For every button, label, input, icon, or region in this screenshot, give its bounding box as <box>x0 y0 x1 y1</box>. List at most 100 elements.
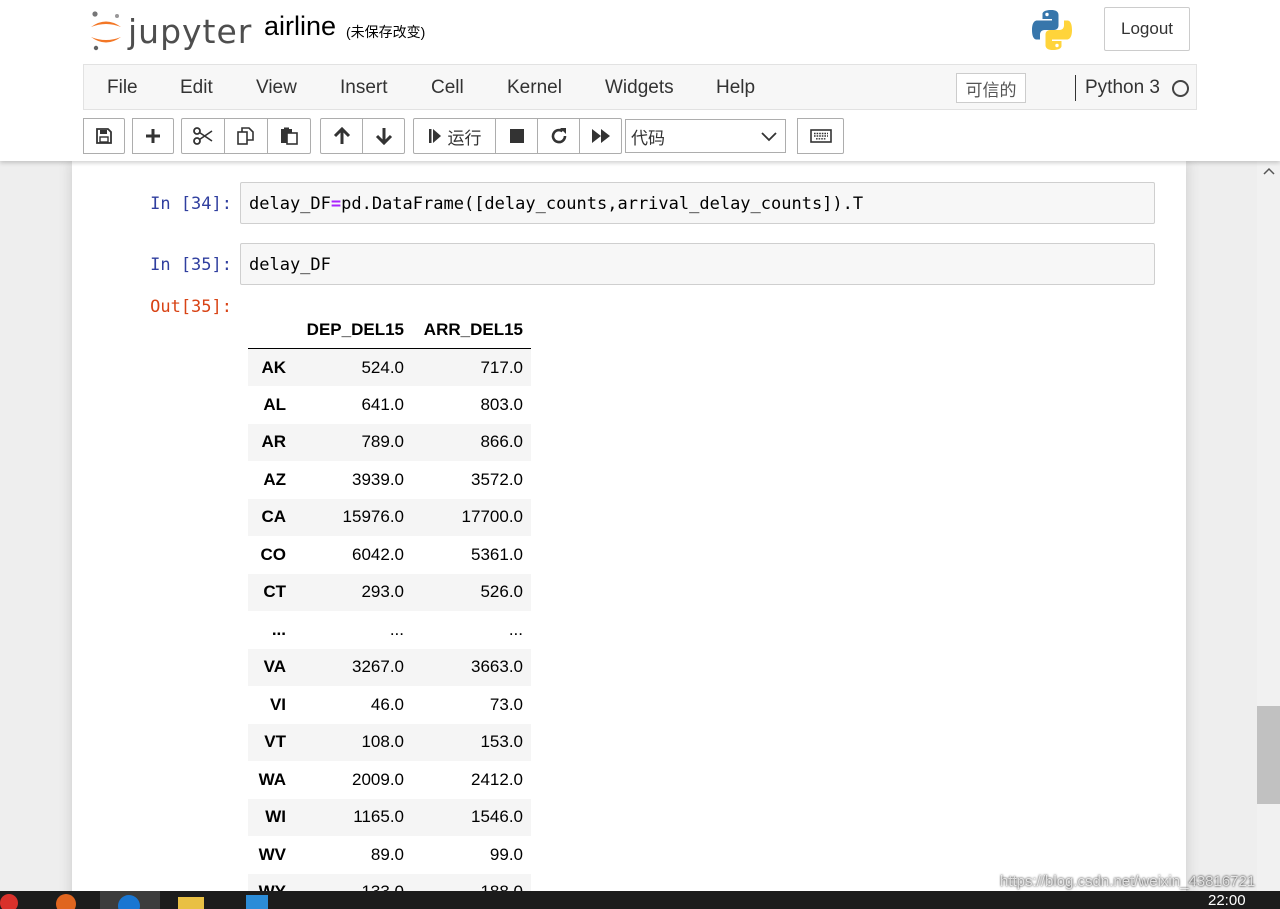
table-body: AK 524.0 717.0 AL 641.0 803.0 AR 789.0 866.0 AZ 39… <box>248 348 531 891</box>
arrow-down-icon <box>375 128 392 145</box>
save-button[interactable] <box>83 118 125 154</box>
table-cell: 2009.0 <box>352 769 404 789</box>
dataframe-table: DEP_DEL15 ARR_DEL15 AK 524.0 717.0 AL 641.0 8… <box>248 311 531 891</box>
code-operator: = <box>330 194 342 214</box>
fast-forward-icon <box>591 129 610 143</box>
toolbar-insert-group <box>132 118 174 154</box>
table-row-index: CA <box>261 507 286 527</box>
command-palette-button[interactable] <box>797 118 844 154</box>
menu-cell[interactable]: Cell <box>431 77 464 99</box>
trusted-indicator[interactable]: 可信的 <box>956 73 1026 103</box>
table-cell: 2412.0 <box>471 769 523 789</box>
table-cell: 153.0 <box>480 732 523 752</box>
table-row: CT 293.0 526.0 <box>248 573 531 611</box>
notebook-header: jupyter airline (未保存改变) Logout File Edit… <box>0 0 1280 161</box>
taskbar-app-icon[interactable] <box>246 895 268 909</box>
menu-view[interactable]: View <box>256 77 297 99</box>
interrupt-button[interactable] <box>495 118 538 154</box>
table-header-dep-del15: DEP_DEL15 <box>294 311 412 349</box>
menu-widgets[interactable]: Widgets <box>605 77 674 99</box>
table-row: CO 6042.0 5361.0 <box>248 536 531 574</box>
table-row-index: AR <box>261 432 286 452</box>
table-cell: 641.0 <box>361 394 404 414</box>
jupyter-logo-icon <box>91 11 121 51</box>
table-row: WI 1165.0 1546.0 <box>248 798 531 836</box>
table-cell: 717.0 <box>480 357 523 377</box>
menubar: File Edit View Insert Cell Kernel Widget… <box>83 64 1197 110</box>
kernel-divider <box>1075 75 1076 101</box>
table-row: VI 46.0 73.0 <box>248 686 531 724</box>
cut-button[interactable] <box>181 118 225 154</box>
save-status: (未保存改变) <box>346 24 426 40</box>
table-row-index: AL <box>263 394 286 414</box>
copy-button[interactable] <box>224 118 268 154</box>
table-cell: ... <box>389 619 404 639</box>
kernel-name[interactable]: Python 3 <box>1085 77 1160 99</box>
table-row-index: VA <box>263 657 286 677</box>
table-row-index: AZ <box>263 469 286 489</box>
page-scrollbar[interactable] <box>1257 161 1280 891</box>
table-row-index: AK <box>261 357 286 377</box>
code-cell-input[interactable]: delay_DF=pd.DataFrame([delay_counts,arri… <box>240 182 1155 224</box>
taskbar-app-icon[interactable] <box>56 894 76 909</box>
table-cell: 89.0 <box>370 844 404 864</box>
restart-button[interactable] <box>537 118 580 154</box>
notebook-site[interactable]: In [34]: delay_DF=pd.DataFrame([delay_co… <box>0 161 1280 891</box>
table-row: VA 3267.0 3663.0 <box>248 648 531 686</box>
table-row: ......... <box>248 611 531 649</box>
table-cell: 5361.0 <box>471 544 523 564</box>
jupyter-logo-text: jupyter <box>128 12 253 51</box>
table-row-index: CO <box>260 544 287 564</box>
menu-edit[interactable]: Edit <box>180 77 213 99</box>
toolbar-run-group: 运行 <box>413 118 622 154</box>
refresh-icon <box>551 128 566 144</box>
logout-button[interactable]: Logout <box>1104 7 1190 51</box>
table-cell: 46.0 <box>370 694 404 714</box>
code-cell-input[interactable]: delay_DF <box>240 243 1155 285</box>
notebook-container: In [34]: delay_DF=pd.DataFrame([delay_co… <box>72 161 1186 891</box>
taskbar-clock: 22:00 <box>1208 892 1246 909</box>
input-prompt: In [35]: <box>150 255 232 275</box>
cell-type-select[interactable]: 代码 <box>625 119 786 153</box>
toolbar-keyboard-group <box>797 118 844 154</box>
table-row: WY133.0188.0 <box>248 873 531 891</box>
menu-help[interactable]: Help <box>716 77 755 99</box>
scrollbar-thumb[interactable] <box>1257 706 1280 804</box>
stop-icon <box>509 129 524 143</box>
folder-icon[interactable] <box>178 897 204 909</box>
insert-cell-button[interactable] <box>132 118 174 154</box>
table-row: AK 524.0 717.0 <box>248 348 531 386</box>
taskbar: 22:00 <box>0 891 1280 909</box>
scroll-up-icon[interactable] <box>1263 167 1275 175</box>
table-row-index: VT <box>264 732 286 752</box>
run-button[interactable]: 运行 <box>413 118 496 154</box>
cell-type-value: 代码 <box>631 128 665 148</box>
menu-kernel[interactable]: Kernel <box>507 77 562 99</box>
notebook-name[interactable]: airline <box>264 11 336 42</box>
table-row-index: WY <box>248 874 294 891</box>
kernel-idle-icon <box>1172 80 1189 97</box>
table-cell: 524.0 <box>361 357 404 377</box>
toolbar-save-group <box>83 118 125 154</box>
menu-insert[interactable]: Insert <box>340 77 388 99</box>
taskbar-app-icon[interactable] <box>0 894 18 909</box>
table-cell: 866.0 <box>480 432 523 452</box>
move-up-button[interactable] <box>320 118 363 154</box>
table-cell: 3663.0 <box>471 657 523 677</box>
restart-run-all-button[interactable] <box>579 118 622 154</box>
table-cell: 133.0 <box>294 874 412 891</box>
jupyter-logo[interactable]: jupyter <box>88 8 251 52</box>
table-cell: 3939.0 <box>352 469 404 489</box>
table-cell: 17700.0 <box>461 507 523 527</box>
arrow-up-icon <box>333 127 350 144</box>
table-cell: 15976.0 <box>342 507 404 527</box>
paste-button[interactable] <box>267 118 311 154</box>
menu-file[interactable]: File <box>107 77 138 99</box>
move-down-button[interactable] <box>362 118 405 154</box>
code-token: delay_DF <box>249 194 331 214</box>
table-cell: ... <box>508 619 523 639</box>
table-row-index: ... <box>271 619 286 639</box>
table-cell: 73.0 <box>489 694 523 714</box>
plus-icon <box>146 129 160 143</box>
output-prompt: Out[35]: <box>150 297 232 317</box>
